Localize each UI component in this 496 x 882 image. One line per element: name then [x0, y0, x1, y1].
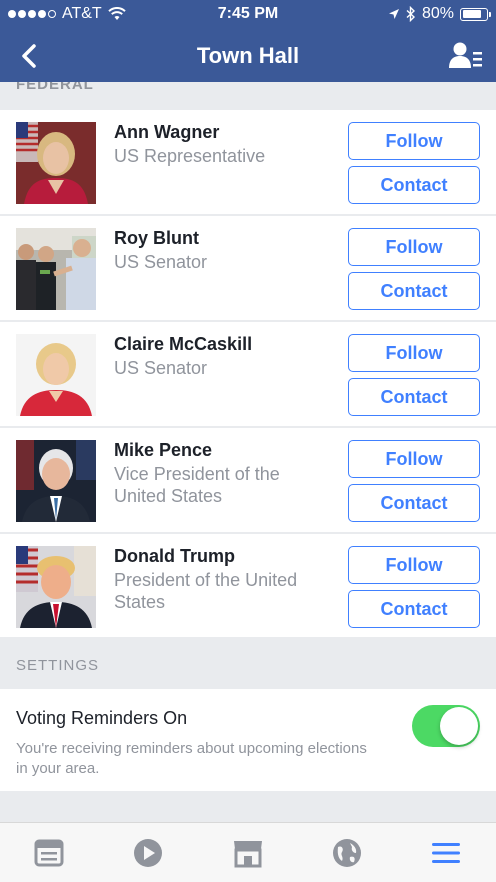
voting-reminders-description: You're receiving reminders about upcomin… — [16, 740, 367, 777]
avatar[interactable] — [16, 334, 96, 416]
avatar[interactable] — [16, 122, 96, 204]
rep-name[interactable]: Donald Trump — [114, 546, 235, 567]
avatar[interactable] — [16, 228, 96, 310]
contact-button[interactable]: Contact — [348, 166, 480, 204]
follow-button[interactable]: Follow — [348, 228, 480, 266]
contacts-list-icon[interactable] — [448, 40, 482, 72]
battery-icon — [460, 7, 491, 21]
list-item: Ann Wagner US Representative Follow Cont… — [0, 110, 496, 214]
follow-button[interactable]: Follow — [348, 546, 480, 584]
rep-title: Vice President of the United States — [114, 464, 280, 506]
status-bar: AT&T 7:45 PM 80% — [0, 0, 496, 30]
list-item: Mike Pence Vice President of the United … — [0, 428, 496, 532]
section-header-settings: SETTINGS — [0, 637, 496, 689]
rep-title: US Senator — [114, 252, 208, 272]
rep-name[interactable]: Mike Pence — [114, 440, 212, 461]
marketplace-icon[interactable] — [231, 837, 265, 869]
follow-button[interactable]: Follow — [348, 440, 480, 478]
voting-reminders-label: Voting Reminders On — [16, 708, 188, 728]
status-right: 80% — [388, 5, 491, 23]
news-feed-icon[interactable] — [32, 837, 66, 869]
list-item: Roy Blunt US Senator Follow Contact — [0, 216, 496, 320]
tab-bar — [0, 822, 496, 882]
voting-reminders-toggle[interactable] — [412, 705, 480, 747]
representatives-list: Ann Wagner US Representative Follow Cont… — [0, 110, 496, 640]
contact-button[interactable]: Contact — [348, 272, 480, 310]
location-arrow-icon — [388, 9, 399, 19]
avatar[interactable] — [16, 546, 96, 628]
follow-button[interactable]: Follow — [348, 122, 480, 160]
video-icon[interactable] — [131, 837, 165, 869]
nav-bar: Town Hall — [0, 30, 496, 82]
contact-button[interactable]: Contact — [348, 590, 480, 628]
menu-icon[interactable] — [429, 837, 463, 869]
list-item: Claire McCaskill US Senator Follow Conta… — [0, 322, 496, 426]
main-content[interactable]: FEDERAL Ann Wagner US Representative Fol… — [0, 82, 496, 822]
contact-button[interactable]: Contact — [348, 378, 480, 416]
follow-button[interactable]: Follow — [348, 334, 480, 372]
section-header-federal: FEDERAL — [16, 82, 94, 93]
toggle-knob — [440, 707, 478, 745]
battery-percent: 80% — [421, 5, 454, 22]
rep-title: US Senator — [114, 358, 208, 378]
voting-reminders-setting: Voting Reminders On You're receiving rem… — [0, 689, 496, 791]
page-title: Town Hall — [196, 43, 300, 68]
rep-name[interactable]: Claire McCaskill — [114, 334, 252, 355]
list-item: Donald Trump President of the United Sta… — [0, 534, 496, 638]
globe-icon[interactable] — [330, 837, 364, 869]
rep-title: US Representative — [114, 146, 266, 166]
rep-name[interactable]: Roy Blunt — [114, 228, 199, 249]
rep-title: President of the United States — [114, 570, 298, 612]
rep-name[interactable]: Ann Wagner — [114, 122, 219, 143]
contact-button[interactable]: Contact — [348, 484, 480, 522]
bluetooth-icon — [406, 6, 415, 22]
avatar[interactable] — [16, 440, 96, 522]
settings-header-label: SETTINGS — [16, 657, 100, 674]
